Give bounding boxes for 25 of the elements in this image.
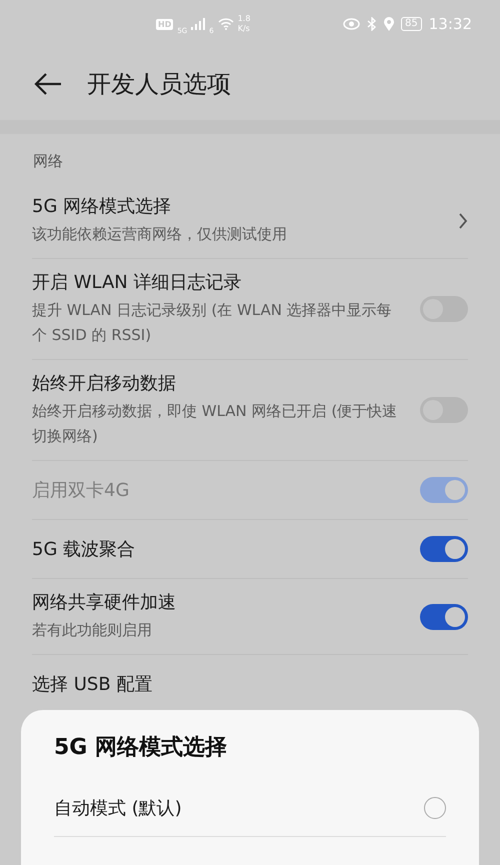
toggle-switch[interactable]	[420, 604, 468, 630]
setting-description: 提升 WLAN 日志记录级别 (在 WLAN 选择器中显示每个 SSID 的 RSSI)	[32, 300, 393, 346]
setting-description: 若有此功能则启用	[32, 620, 153, 641]
page-title: 开发人员选项	[87, 69, 231, 100]
radio-button[interactable]	[424, 797, 446, 819]
setting-title: 网络共享硬件加速	[32, 591, 176, 614]
back-icon[interactable]	[33, 72, 63, 96]
setting-title: 开启 WLAN 详细日志记录	[32, 271, 242, 294]
setting-title: 5G 网络模式选择	[32, 195, 172, 218]
setting-title: 启用双卡4G	[32, 479, 130, 502]
setting-title: 选择 USB 配置	[32, 673, 152, 696]
section-header: 网络	[32, 151, 64, 172]
eye-icon	[343, 18, 360, 30]
location-icon	[384, 17, 394, 31]
setting-title: 始终开启移动数据	[32, 372, 177, 395]
setting-description: 始终开启移动数据，即使 WLAN 网络已开启 (便于快速切换网络)	[32, 401, 398, 447]
option-label: 自动模式 (默认)	[54, 797, 182, 820]
toggle-switch[interactable]	[420, 536, 468, 562]
setting-title: 5G 载波聚合	[32, 538, 136, 561]
signal-icon	[191, 18, 206, 30]
sheet-title: 5G 网络模式选择	[54, 734, 228, 762]
setting-description: 该功能依赖运营商网络，仅供测试使用	[32, 224, 287, 245]
chevron-icon[interactable]	[458, 212, 468, 230]
wifi-icon	[218, 18, 234, 30]
bluetooth-icon	[367, 17, 378, 31]
